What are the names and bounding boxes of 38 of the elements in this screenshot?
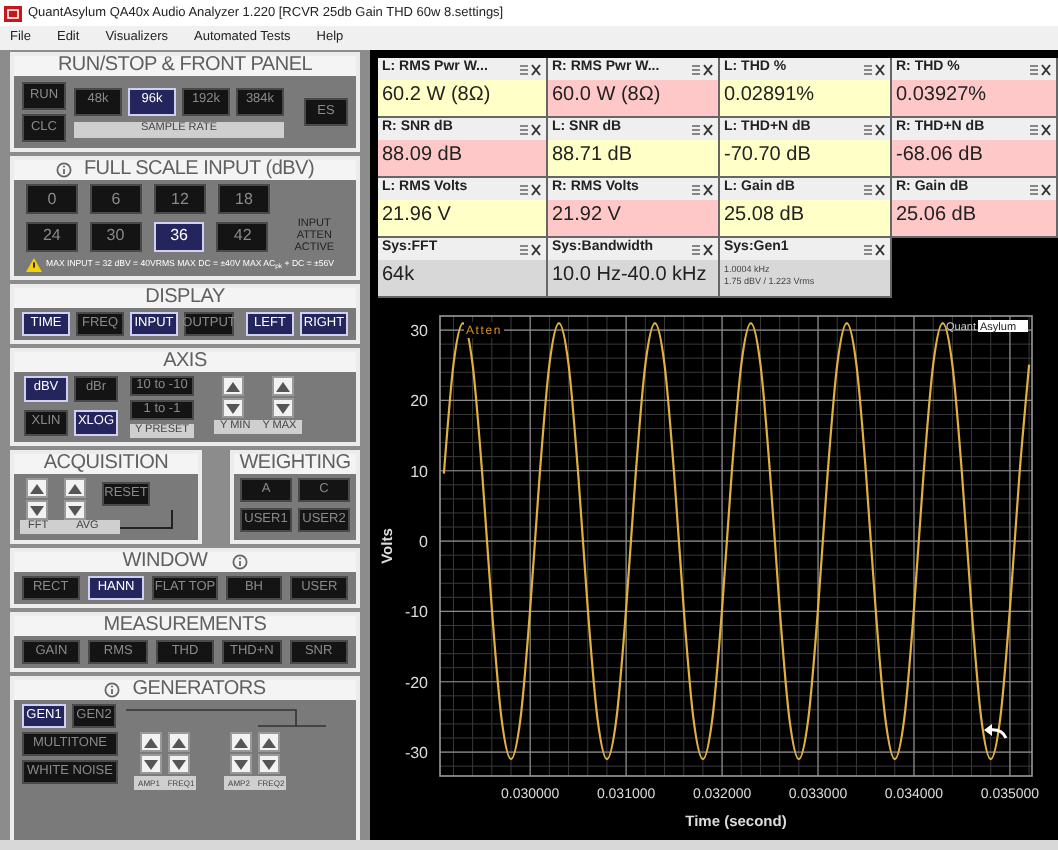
section-title: FULL SCALE INPUT (dBV) bbox=[83, 160, 315, 180]
range-button[interactable]: 30 bbox=[89, 221, 142, 251]
readout-value: 25.08 dB bbox=[722, 202, 807, 230]
range-button[interactable]: 42 bbox=[216, 221, 269, 251]
section-title: WEIGHTING bbox=[239, 454, 351, 474]
axis-tick-label: 20 bbox=[410, 392, 428, 411]
readout-value: 25.06 dB bbox=[894, 202, 979, 230]
readout-value: 0.03927% bbox=[894, 82, 989, 110]
readout-value: 60.0 W (8Ω) bbox=[550, 82, 663, 110]
readout-value: 64k bbox=[380, 262, 417, 290]
readout-value: 60.2 W (8Ω) bbox=[380, 82, 493, 110]
range-button[interactable]: 18 bbox=[218, 184, 270, 214]
readout-value: 88.09 dB bbox=[380, 142, 465, 170]
section-title: AXIS bbox=[163, 352, 207, 372]
range-button[interactable]: 12 bbox=[154, 184, 206, 214]
axis-tick-label: 30 bbox=[410, 322, 428, 341]
axis-tick-label: -10 bbox=[404, 603, 428, 622]
readout-value: 88.71 dB bbox=[550, 142, 635, 170]
readout-value: 21.92 V bbox=[550, 202, 623, 230]
range-button[interactable]: 36 bbox=[153, 221, 205, 251]
section-title: ACQUISITION bbox=[43, 454, 169, 474]
axis-tick-label: 0 bbox=[419, 533, 428, 552]
section-title: RUN/STOP & FRONT PANEL bbox=[57, 56, 313, 76]
range-button[interactable]: 24 bbox=[26, 221, 78, 251]
readout-value: -68.06 dB bbox=[894, 142, 985, 170]
readout-value: 10.0 Hz-40.0 kHz bbox=[550, 262, 709, 290]
readout-value: -70.70 dB bbox=[722, 142, 813, 170]
axis-tick-label: -20 bbox=[404, 673, 428, 692]
readout-value: 0.02891% bbox=[722, 82, 817, 110]
section-title: GENERATORS bbox=[132, 680, 266, 700]
readout-value: 21.96 V bbox=[380, 202, 453, 230]
section-title: DISPLAY bbox=[145, 288, 225, 308]
axis-tick-label: -30 bbox=[404, 744, 428, 763]
section-title: WINDOW bbox=[122, 552, 208, 572]
range-button[interactable]: 0 bbox=[26, 184, 78, 214]
section-title: MEASUREMENTS bbox=[103, 616, 267, 636]
range-button[interactable]: 6 bbox=[90, 184, 142, 214]
axis-tick-label: 10 bbox=[410, 462, 428, 481]
